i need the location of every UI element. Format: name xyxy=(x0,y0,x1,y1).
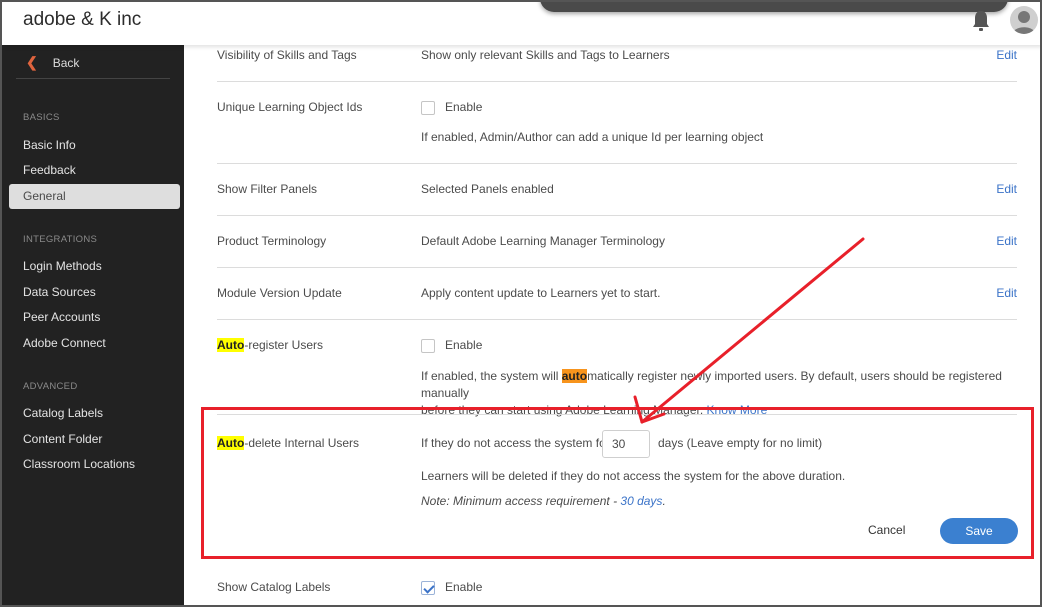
minimum-days-link[interactable]: 30 days xyxy=(620,494,662,508)
auto-delete-suffix: days (Leave empty for no limit) xyxy=(658,436,823,450)
setting-label-auto-register: Auto-register Users xyxy=(217,338,324,352)
top-header: adobe & K inc xyxy=(2,2,1040,45)
setting-value-module-version: Apply content update to Learners yet to … xyxy=(421,286,661,300)
section-heading-basics: BASICS xyxy=(23,112,60,123)
unique-ids-enable-label: Enable xyxy=(445,100,483,114)
setting-value-product-terminology: Default Adobe Learning Manager Terminolo… xyxy=(421,234,665,248)
edit-product-terminology-link[interactable]: Edit xyxy=(996,234,1017,248)
sidebar-item-peer-accounts[interactable]: Peer Accounts xyxy=(9,305,180,330)
auto-delete-note: Note: Minimum access requirement - 30 da… xyxy=(421,494,666,508)
section-heading-integrations: INTEGRATIONS xyxy=(23,234,98,245)
auto-register-checkbox[interactable] xyxy=(421,339,435,353)
back-button[interactable]: ❮ Back xyxy=(16,54,170,79)
back-label: Back xyxy=(52,55,80,70)
edit-filter-panels-link[interactable]: Edit xyxy=(996,182,1017,196)
unique-ids-checkbox[interactable] xyxy=(421,101,435,115)
auto-register-enable-label: Enable xyxy=(445,338,483,352)
auto-register-description: If enabled, the system will automaticall… xyxy=(421,369,1002,417)
divider xyxy=(217,319,1017,320)
setting-label-module-version: Module Version Update xyxy=(217,286,342,300)
sidebar-item-data-sources[interactable]: Data Sources xyxy=(9,280,180,305)
divider xyxy=(217,81,1017,82)
edit-module-version-link[interactable]: Edit xyxy=(996,286,1017,300)
setting-value-filter-panels: Selected Panels enabled xyxy=(421,182,554,196)
setting-label-filter-panels: Show Filter Panels xyxy=(217,182,318,196)
catalog-labels-checkbox[interactable] xyxy=(421,581,435,595)
unique-ids-description: If enabled, Admin/Author can add a uniqu… xyxy=(421,130,764,144)
catalog-labels-enable-label: Enable xyxy=(445,580,483,594)
sidebar-item-feedback[interactable]: Feedback xyxy=(9,158,180,183)
sidebar-item-adobe-connect[interactable]: Adobe Connect xyxy=(9,331,180,356)
sidebar-item-login-methods[interactable]: Login Methods xyxy=(9,254,180,279)
setting-label-catalog-labels: Show Catalog Labels xyxy=(217,580,331,594)
bell-icon[interactable] xyxy=(970,9,992,33)
search-highlight: Auto xyxy=(217,436,245,450)
setting-label-unique-ids: Unique Learning Object Ids xyxy=(217,100,363,114)
setting-label-product-terminology: Product Terminology xyxy=(217,234,327,248)
app-title: adobe & K inc xyxy=(23,9,142,30)
divider xyxy=(217,163,1017,164)
search-highlight: Auto xyxy=(217,338,245,352)
setting-label-auto-delete: Auto-delete Internal Users xyxy=(217,436,360,450)
auto-delete-prefix: If they do not access the system for xyxy=(421,436,610,450)
settings-content: Visibility of Skills and Tags Show only … xyxy=(184,45,1040,605)
sidebar-item-general[interactable]: General xyxy=(9,184,180,209)
edit-visibility-skills-link[interactable]: Edit xyxy=(996,48,1017,62)
auto-delete-description: Learners will be deleted if they do not … xyxy=(421,469,846,483)
divider xyxy=(217,267,1017,268)
sidebar-item-content-folder[interactable]: Content Folder xyxy=(9,427,180,452)
avatar-icon[interactable] xyxy=(1010,6,1038,34)
days-input[interactable]: 30 xyxy=(602,430,650,458)
sidebar: ❮ Back BASICS Basic Info Feedback Genera… xyxy=(2,45,184,605)
sidebar-item-catalog-labels[interactable]: Catalog Labels xyxy=(9,401,180,426)
sidebar-item-classroom-locations[interactable]: Classroom Locations xyxy=(9,452,180,477)
search-highlight-current: auto xyxy=(561,369,588,383)
divider xyxy=(217,215,1017,216)
save-button[interactable]: Save xyxy=(940,518,1018,544)
sidebar-item-basic-info[interactable]: Basic Info xyxy=(9,133,180,158)
cancel-button[interactable]: Cancel xyxy=(868,523,905,537)
divider xyxy=(217,414,1017,415)
chevron-left-icon: ❮ xyxy=(26,54,38,70)
app-window: adobe & K inc ❮ Back BASICS Basic Info F… xyxy=(0,0,1042,607)
setting-label-visibility-skills: Visibility of Skills and Tags xyxy=(217,48,357,62)
section-heading-advanced: ADVANCED xyxy=(23,381,78,392)
setting-value-visibility-skills: Show only relevant Skills and Tags to Le… xyxy=(421,48,670,62)
search-bar[interactable] xyxy=(540,2,1008,12)
